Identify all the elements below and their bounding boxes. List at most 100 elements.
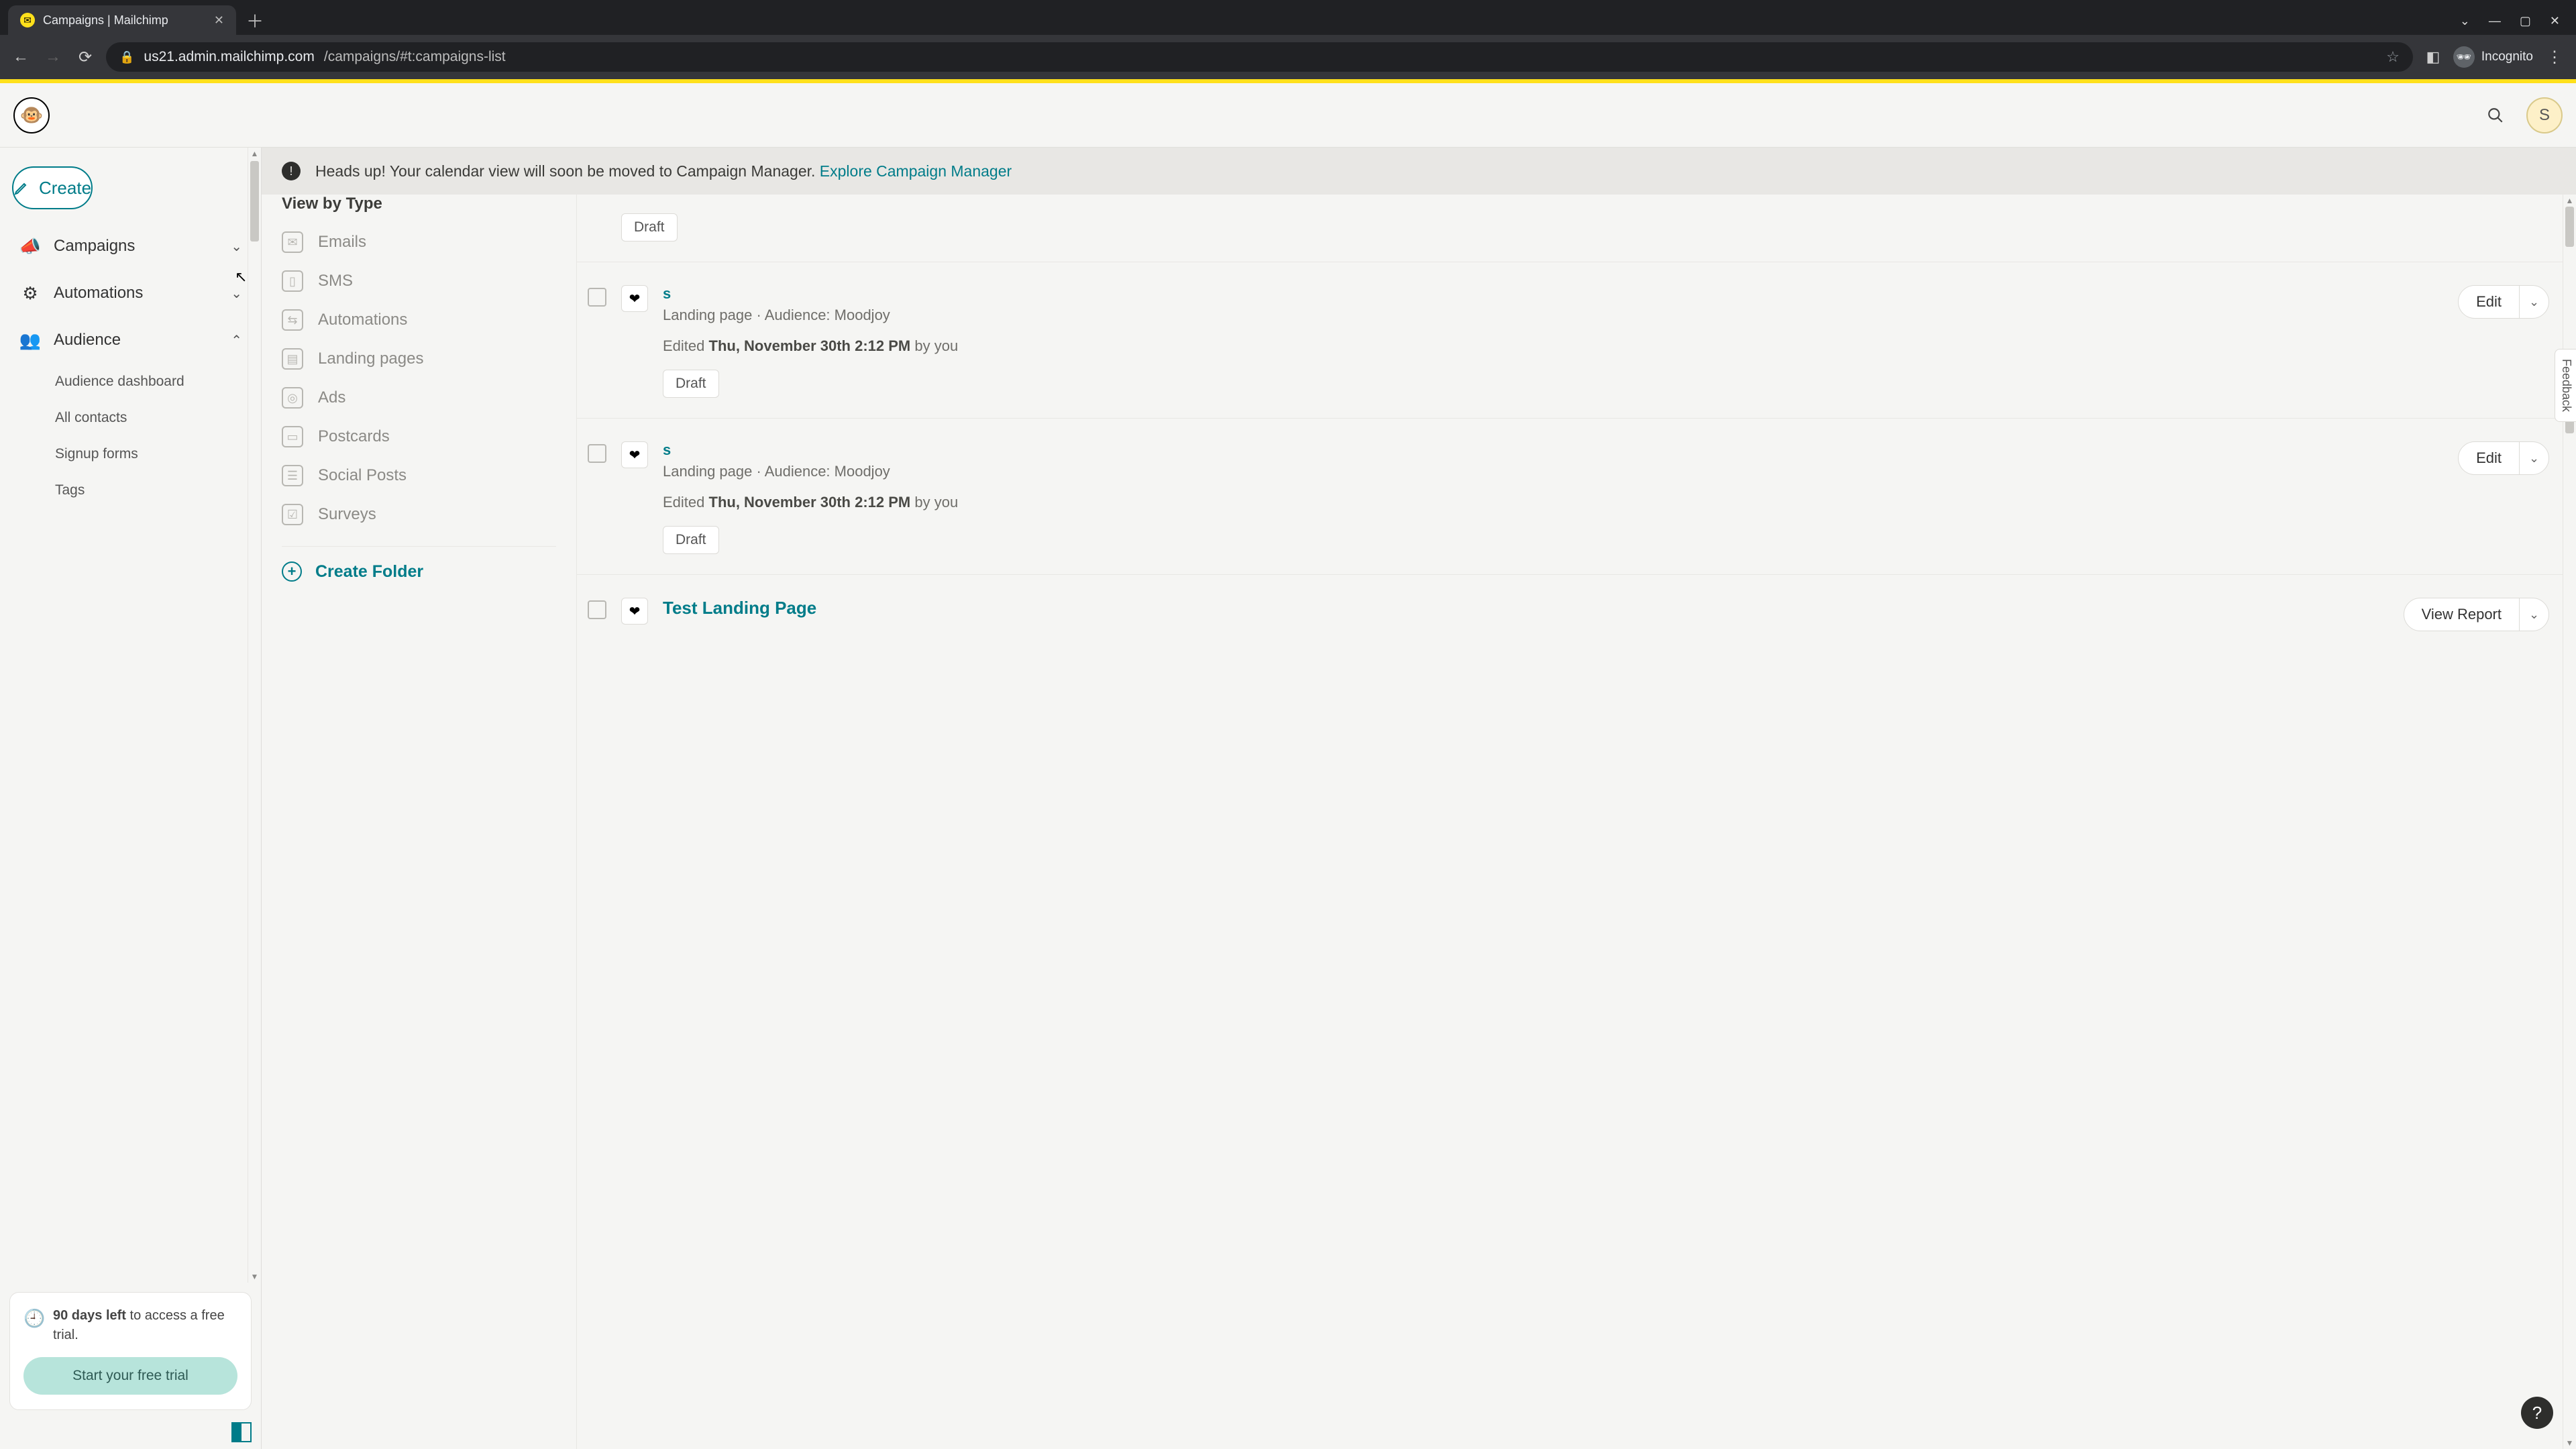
chevron-down-icon[interactable]: ⌄ [2519, 286, 2548, 318]
filter-label: Ads [318, 388, 345, 407]
mailchimp-favicon-icon: ✉ [20, 13, 35, 28]
audience-icon: 👥 [19, 330, 42, 351]
alert-banner: ! Heads up! Your calendar view will soon… [262, 148, 2576, 195]
scrollbar-thumb[interactable] [250, 161, 259, 241]
filter-automations[interactable]: ⇆ Automations [262, 301, 576, 339]
edit-dropdown-button[interactable]: Edit ⌄ [2458, 285, 2549, 319]
campaign-edited-line: Edited Thu, November 30th 2:12 PM by you [663, 494, 2443, 511]
create-button[interactable]: Create [12, 166, 93, 209]
edit-dropdown-button[interactable]: Edit ⌄ [2458, 441, 2549, 475]
campaign-edited-line: Edited Thu, November 30th 2:12 PM by you [663, 337, 2443, 355]
ads-icon: ◎ [282, 387, 303, 409]
sidebar-sub-tags[interactable]: Tags [0, 472, 261, 508]
campaign-row: ❤ s Landing page · Audience: Moodjoy Edi… [577, 418, 2576, 574]
automation-icon: ⚙ [19, 283, 42, 304]
view-report-dropdown-button[interactable]: View Report ⌄ [2404, 598, 2549, 631]
window-minimize-icon[interactable]: — [2489, 14, 2501, 28]
help-bubble-icon[interactable]: ? [2521, 1397, 2553, 1429]
chevron-down-icon[interactable]: ⌄ [2519, 442, 2548, 474]
bookmark-star-icon[interactable]: ☆ [2386, 48, 2400, 66]
chevron-down-icon[interactable]: ⌄ [2519, 598, 2548, 631]
collapse-sidebar-icon[interactable] [231, 1422, 252, 1442]
sidebar-item-automations[interactable]: ⚙ Automations ⌄ [0, 270, 261, 317]
create-folder-button[interactable]: + Create Folder [282, 546, 556, 582]
nav-reload-icon[interactable]: ⟳ [74, 46, 97, 68]
browser-tab-strip: ✉ Campaigns | Mailchimp ✕ ＋ ⌄ — ▢ ✕ [0, 0, 2576, 35]
mailchimp-logo-icon[interactable]: 🐵 [13, 97, 50, 133]
landing-page-thumbnail-icon: ❤ [621, 598, 648, 625]
page-icon: ▤ [282, 348, 303, 370]
view-report-label: View Report [2404, 606, 2519, 623]
incognito-label: Incognito [2481, 50, 2533, 64]
filter-social-posts[interactable]: ☰Social Posts [262, 456, 576, 495]
trial-callout: 🕘 90 days left to access a free trial. S… [9, 1292, 252, 1410]
sidebar-item-label: Automations [54, 284, 143, 303]
window-maximize-icon[interactable]: ▢ [2520, 14, 2531, 28]
filter-postcards[interactable]: ▭Postcards [262, 417, 576, 456]
search-icon[interactable] [2478, 98, 2513, 133]
flow-icon: ⇆ [282, 309, 303, 331]
tab-search-icon[interactable]: ⌄ [2460, 14, 2470, 28]
sidebar-sub-all-contacts[interactable]: All contacts [0, 400, 261, 436]
campaign-subtitle: Landing page · Audience: Moodjoy [663, 307, 2443, 324]
incognito-indicator[interactable]: 🕶 Incognito [2453, 46, 2533, 68]
clock-icon: 🕘 [23, 1306, 44, 1332]
feedback-tab[interactable]: Feedback [2555, 349, 2576, 422]
edit-button-label: Edit [2459, 293, 2519, 311]
start-trial-button[interactable]: Start your free trial [23, 1357, 237, 1395]
sidebar-sub-signup-forms[interactable]: Signup forms [0, 436, 261, 472]
status-badge: Draft [663, 370, 719, 398]
scroll-up-icon[interactable]: ▲ [248, 148, 261, 160]
campaign-title[interactable]: Test Landing Page [663, 598, 2389, 619]
survey-icon: ☑ [282, 504, 303, 525]
view-by-type-heading: View by Type [262, 195, 576, 223]
chevron-up-icon: ⌃ [231, 332, 242, 349]
banner-link[interactable]: Explore Campaign Manager [820, 162, 1012, 180]
sidebar-scrollbar[interactable]: ▲ ▼ [248, 148, 261, 1283]
campaign-list: Draft ❤ s Landing page · Audience: Moodj… [577, 148, 2576, 1449]
extensions-icon[interactable]: ◧ [2422, 46, 2444, 68]
landing-page-thumbnail-icon: ❤ [621, 441, 648, 468]
megaphone-icon: 📣 [19, 236, 42, 257]
sidebar-item-label: Campaigns [54, 237, 135, 256]
filter-sms[interactable]: ▯SMS [262, 262, 576, 301]
account-avatar[interactable]: S [2526, 97, 2563, 133]
browser-tab[interactable]: ✉ Campaigns | Mailchimp ✕ [8, 5, 236, 35]
browser-menu-icon[interactable]: ⋮ [2542, 48, 2567, 67]
filter-landing-pages[interactable]: ▤Landing pages [262, 339, 576, 378]
filter-ads[interactable]: ◎ Ads [262, 378, 576, 417]
sidebar-item-label: Audience [54, 331, 121, 350]
chevron-down-icon: ⌄ [231, 238, 242, 255]
campaign-checkbox[interactable] [588, 600, 606, 619]
status-badge: Draft [663, 526, 719, 554]
window-close-icon[interactable]: ✕ [2550, 14, 2560, 28]
sidebar: Create 📣 Campaigns ⌄ ⚙ Automations ⌄ 👥 [0, 148, 262, 1449]
scroll-down-icon[interactable]: ▼ [248, 1271, 261, 1283]
lock-icon: 🔒 [119, 50, 134, 64]
close-tab-icon[interactable]: ✕ [214, 13, 224, 28]
address-bar: ← → ⟳ 🔒 us21.admin.mailchimp.com/campaig… [0, 35, 2576, 79]
url-field[interactable]: 🔒 us21.admin.mailchimp.com/campaigns/#t:… [106, 42, 2413, 72]
nav-back-icon[interactable]: ← [9, 46, 32, 68]
campaign-row: ❤ s Landing page · Audience: Moodjoy Edi… [577, 262, 2576, 418]
scrollbar-thumb[interactable] [2565, 207, 2574, 247]
scroll-up-icon[interactable]: ▲ [2563, 195, 2576, 207]
plus-circle-icon: + [282, 561, 302, 582]
campaign-title[interactable]: s [663, 441, 2443, 459]
filter-surveys[interactable]: ☑Surveys [262, 495, 576, 534]
filter-label: Social Posts [318, 466, 407, 485]
scroll-down-icon[interactable]: ▼ [2563, 1437, 2576, 1449]
sidebar-item-campaigns[interactable]: 📣 Campaigns ⌄ [0, 223, 261, 270]
sidebar-item-audience[interactable]: 👥 Audience ⌃ [0, 317, 261, 364]
create-folder-label: Create Folder [315, 562, 423, 582]
campaign-checkbox[interactable] [588, 444, 606, 463]
sidebar-sub-audience-dashboard[interactable]: Audience dashboard [0, 364, 261, 400]
campaign-checkbox[interactable] [588, 288, 606, 307]
landing-page-thumbnail-icon: ❤ [621, 285, 648, 312]
trial-text: 90 days left to access a free trial. [53, 1306, 237, 1345]
incognito-icon: 🕶 [2453, 46, 2475, 68]
filter-label: Automations [318, 311, 407, 329]
filter-emails[interactable]: ✉Emails [262, 223, 576, 262]
campaign-title[interactable]: s [663, 285, 2443, 303]
new-tab-button[interactable]: ＋ [241, 7, 268, 34]
